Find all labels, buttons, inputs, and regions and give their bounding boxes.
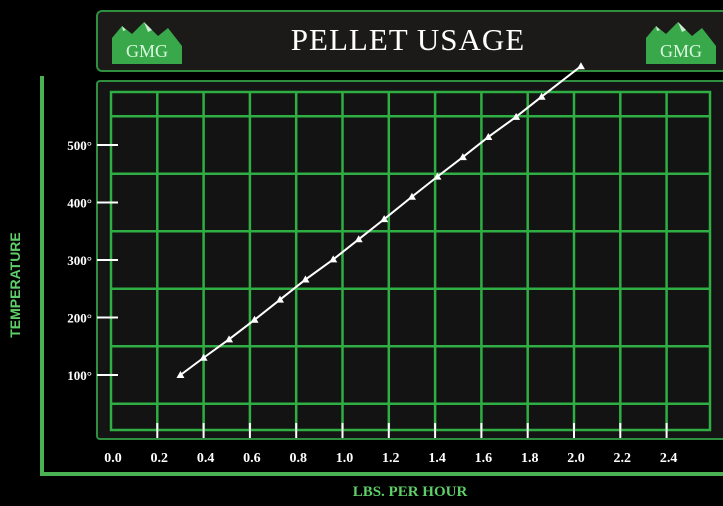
x-tick-label: 0.2	[151, 451, 169, 466]
plot-area	[107, 92, 714, 430]
x-tick-label: 0.4	[197, 451, 215, 466]
y-tick-label: 200°	[67, 311, 92, 326]
x-tick-label: 0.0	[104, 451, 122, 466]
x-tick-label: 1.6	[475, 451, 493, 466]
x-tick-label: 1.4	[428, 451, 446, 466]
y-tick-label: 100°	[67, 368, 92, 383]
x-tick-label: 0.6	[243, 451, 261, 466]
x-tick-label: 2.2	[614, 451, 632, 466]
y-tick-label: 400°	[67, 196, 92, 211]
x-tick-label: 2.4	[660, 451, 678, 466]
x-tick-label: 0.8	[289, 451, 307, 466]
pellet-usage-chart: 100° 200° 300° 400° 500° 0.0 0.2 0.4 0.6 0.8 1.0 1.…	[67, 62, 714, 466]
x-tick-label: 2.0	[567, 451, 585, 466]
x-tick-label: 1.2	[382, 451, 400, 466]
y-tick-label: 500°	[67, 138, 92, 153]
y-tick-label: 300°	[67, 253, 92, 268]
data-point	[576, 62, 585, 70]
x-tick-label: 1.8	[521, 451, 539, 466]
x-tick-label: 1.0	[336, 451, 354, 466]
